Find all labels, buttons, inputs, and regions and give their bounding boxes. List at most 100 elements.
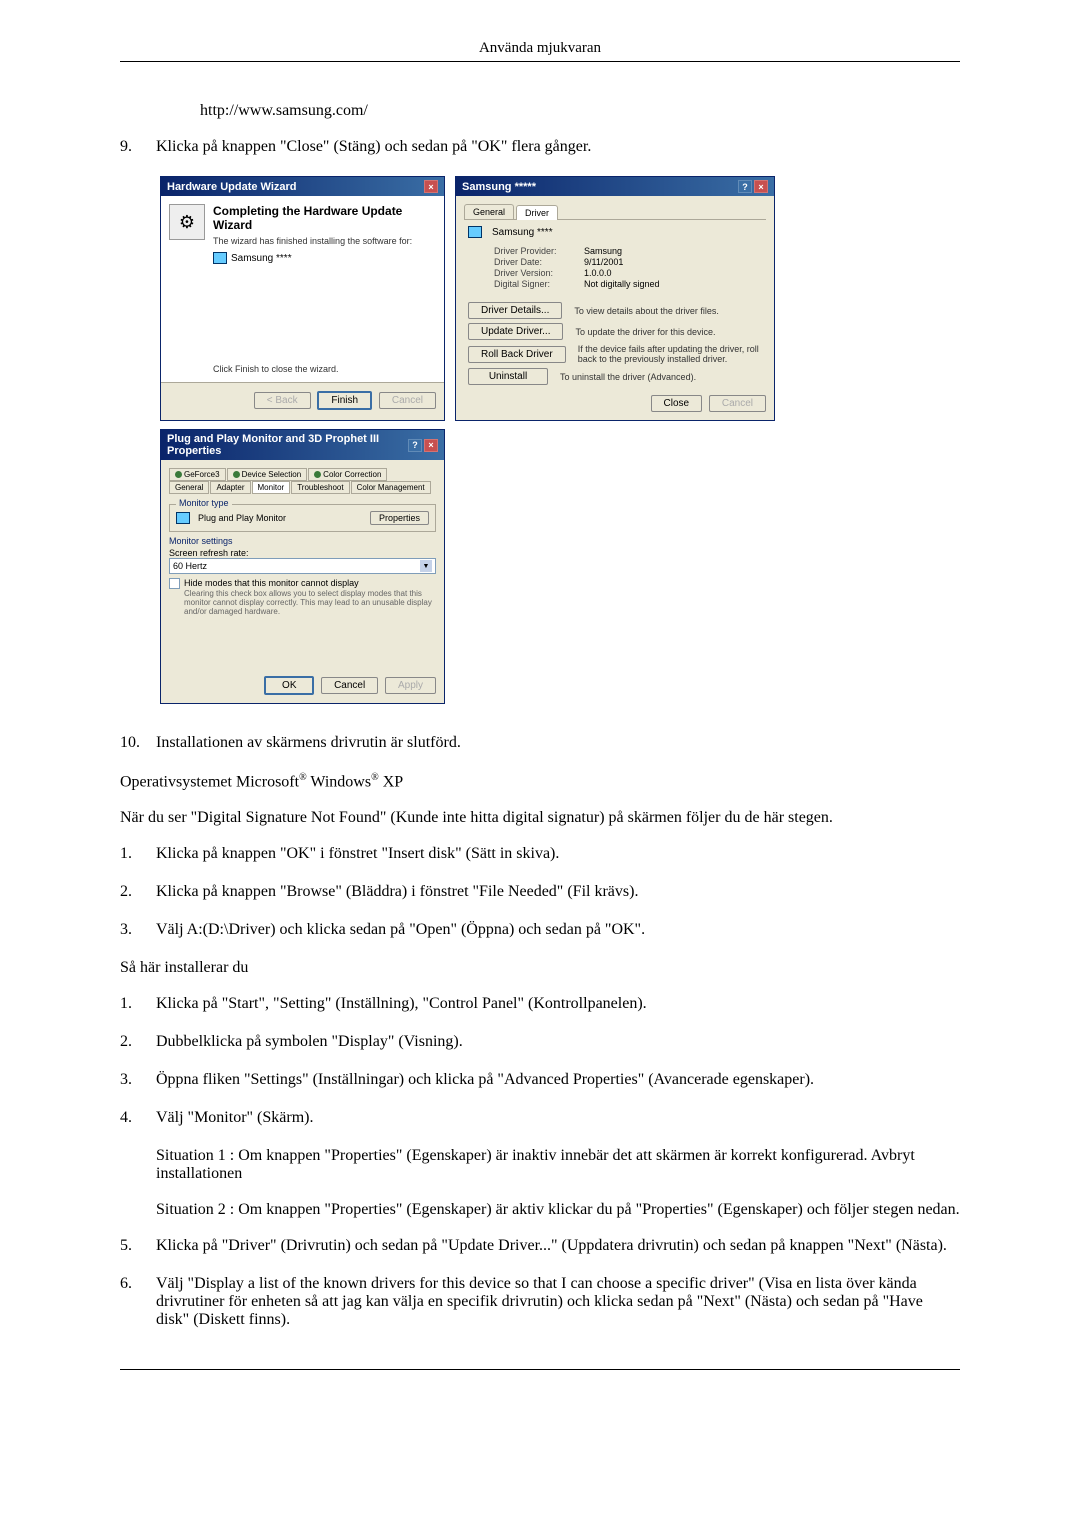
list-a-3-num: 3.: [120, 921, 156, 939]
os-mid: Windows: [307, 773, 371, 790]
list-b-1-num: 1.: [120, 995, 156, 1013]
monitor-icon: [468, 226, 482, 238]
hide-modes-checkbox[interactable]: [169, 578, 180, 589]
tab-label: GeForce3: [184, 470, 220, 479]
tab-geforce3[interactable]: GeForce3: [169, 468, 226, 481]
kv-val: 1.0.0.0: [584, 268, 766, 278]
close-icon[interactable]: ×: [424, 180, 438, 193]
driver-title-text: Samsung *****: [462, 181, 536, 193]
tab-color-management[interactable]: Color Management: [351, 481, 431, 494]
kv-key: Driver Provider:: [494, 246, 584, 256]
wizard-finish-text: Click Finish to close the wizard.: [213, 364, 436, 374]
dsnf-paragraph: När du ser "Digital Signature Not Found"…: [120, 809, 960, 827]
refresh-rate-label: Screen refresh rate:: [169, 548, 436, 558]
nvidia-icon: [314, 471, 321, 478]
apply-button: Apply: [385, 677, 436, 694]
monitor-titlebar: Plug and Play Monitor and 3D Prophet III…: [161, 430, 444, 460]
tab-adapter[interactable]: Adapter: [210, 481, 250, 494]
driver-properties-dialog: Samsung ***** ? × General Driver Samsung…: [455, 176, 775, 421]
update-driver-button[interactable]: Update Driver...: [468, 323, 563, 340]
os-suffix: XP: [379, 773, 403, 790]
list-c-5-num: 5.: [120, 1237, 156, 1255]
monitor-name: Plug and Play Monitor: [198, 513, 286, 523]
tab-device-selection[interactable]: Device Selection: [227, 468, 308, 481]
uninstall-button[interactable]: Uninstall: [468, 368, 548, 385]
wizard-sub: The wizard has finished installing the s…: [213, 236, 436, 246]
kv-val: Samsung: [584, 246, 766, 256]
monitor-icon: [213, 252, 227, 264]
list-b-2-num: 2.: [120, 1033, 156, 1051]
situation-1: Situation 1 : Om knappen "Properties" (E…: [156, 1147, 960, 1183]
kv-val: Not digitally signed: [584, 279, 766, 289]
monitor-type-label: Monitor type: [176, 498, 232, 508]
tab-driver[interactable]: Driver: [516, 205, 558, 220]
close-icon[interactable]: ×: [754, 180, 768, 193]
list-a-2-num: 2.: [120, 883, 156, 901]
cancel-button: Cancel: [709, 395, 766, 412]
close-icon[interactable]: ×: [424, 439, 438, 452]
step-9-num: 9.: [120, 138, 156, 156]
wizard-icon: ⚙: [169, 204, 205, 240]
chevron-down-icon: ▼: [420, 560, 432, 572]
tab-general[interactable]: General: [464, 204, 514, 219]
reg-mark: ®: [371, 772, 379, 783]
btn-desc: If the device fails after updating the d…: [578, 344, 766, 364]
tab-monitor[interactable]: Monitor: [252, 481, 291, 494]
step-10-text: Installationen av skärmens drivrutin är …: [156, 734, 960, 752]
rollback-driver-button[interactable]: Roll Back Driver: [468, 346, 566, 363]
nvidia-icon: [175, 471, 182, 478]
url-line: http://www.samsung.com/: [200, 102, 960, 120]
list-c-6-num: 6.: [120, 1275, 156, 1329]
properties-button[interactable]: Properties: [370, 511, 429, 525]
list-b-3-text: Öppna fliken "Settings" (Inställningar) …: [156, 1071, 960, 1089]
step-9-text: Klicka på knappen "Close" (Stäng) och se…: [156, 138, 960, 156]
list-b-4-num: 4.: [120, 1109, 156, 1127]
tab-color-correction[interactable]: Color Correction: [308, 468, 387, 481]
list-a-2-text: Klicka på knappen "Browse" (Bläddra) i f…: [156, 883, 960, 901]
wizard-heading: Completing the Hardware Update Wizard: [213, 204, 436, 232]
ok-button[interactable]: OK: [264, 676, 314, 695]
list-a-1-text: Klicka på knappen "OK" i fönstret "Inser…: [156, 845, 960, 863]
monitor-properties-dialog: Plug and Play Monitor and 3D Prophet III…: [160, 429, 445, 704]
list-a-1-num: 1.: [120, 845, 156, 863]
driver-details-button[interactable]: Driver Details...: [468, 302, 562, 319]
tab-troubleshoot[interactable]: Troubleshoot: [291, 481, 349, 494]
cancel-button[interactable]: Cancel: [321, 677, 378, 694]
tab-general[interactable]: General: [169, 481, 209, 494]
monitor-icon: [176, 512, 190, 524]
cancel-button: Cancel: [379, 392, 436, 409]
list-b-2-text: Dubbelklicka på symbolen "Display" (Visn…: [156, 1033, 960, 1051]
driver-device-name: Samsung ****: [492, 227, 553, 238]
install-heading: Så här installerar du: [120, 959, 960, 977]
refresh-rate-value: 60 Hertz: [173, 561, 207, 571]
kv-val: 9/11/2001: [584, 257, 766, 267]
wizard-device-name: Samsung ****: [231, 253, 292, 264]
driver-titlebar: Samsung ***** ? ×: [456, 177, 774, 196]
list-b-1-text: Klicka på "Start", "Setting" (Inställnin…: [156, 995, 960, 1013]
close-button[interactable]: Close: [651, 395, 703, 412]
kv-key: Digital Signer:: [494, 279, 584, 289]
footer-rule: [120, 1369, 960, 1370]
os-line: Operativsystemet Microsoft® Windows® XP: [120, 772, 960, 791]
help-icon[interactable]: ?: [738, 180, 752, 193]
back-button: < Back: [254, 392, 311, 409]
tab-label: Color Correction: [323, 470, 381, 479]
list-a-3-text: Välj A:(D:\Driver) och klicka sedan på "…: [156, 921, 960, 939]
btn-desc: To update the driver for this device.: [575, 327, 766, 337]
finish-button[interactable]: Finish: [317, 391, 372, 410]
list-b-3-num: 3.: [120, 1071, 156, 1089]
page-header: Använda mjukvaran: [120, 40, 960, 62]
hide-modes-label: Hide modes that this monitor cannot disp…: [184, 578, 359, 588]
list-c-5-text: Klicka på "Driver" (Drivrutin) och sedan…: [156, 1237, 960, 1255]
refresh-rate-combo[interactable]: 60 Hertz ▼: [169, 558, 436, 574]
help-icon[interactable]: ?: [408, 439, 422, 452]
list-b-4-text: Välj "Monitor" (Skärm).: [156, 1109, 960, 1127]
btn-desc: To view details about the driver files.: [574, 306, 766, 316]
kv-key: Driver Date:: [494, 257, 584, 267]
wizard-device: Samsung ****: [213, 252, 436, 264]
hide-modes-note: Clearing this check box allows you to se…: [184, 589, 436, 616]
monitor-title-text: Plug and Play Monitor and 3D Prophet III…: [167, 433, 408, 457]
monitor-settings-label: Monitor settings: [169, 536, 436, 546]
step-10-num: 10.: [120, 734, 156, 752]
btn-desc: To uninstall the driver (Advanced).: [560, 372, 766, 382]
